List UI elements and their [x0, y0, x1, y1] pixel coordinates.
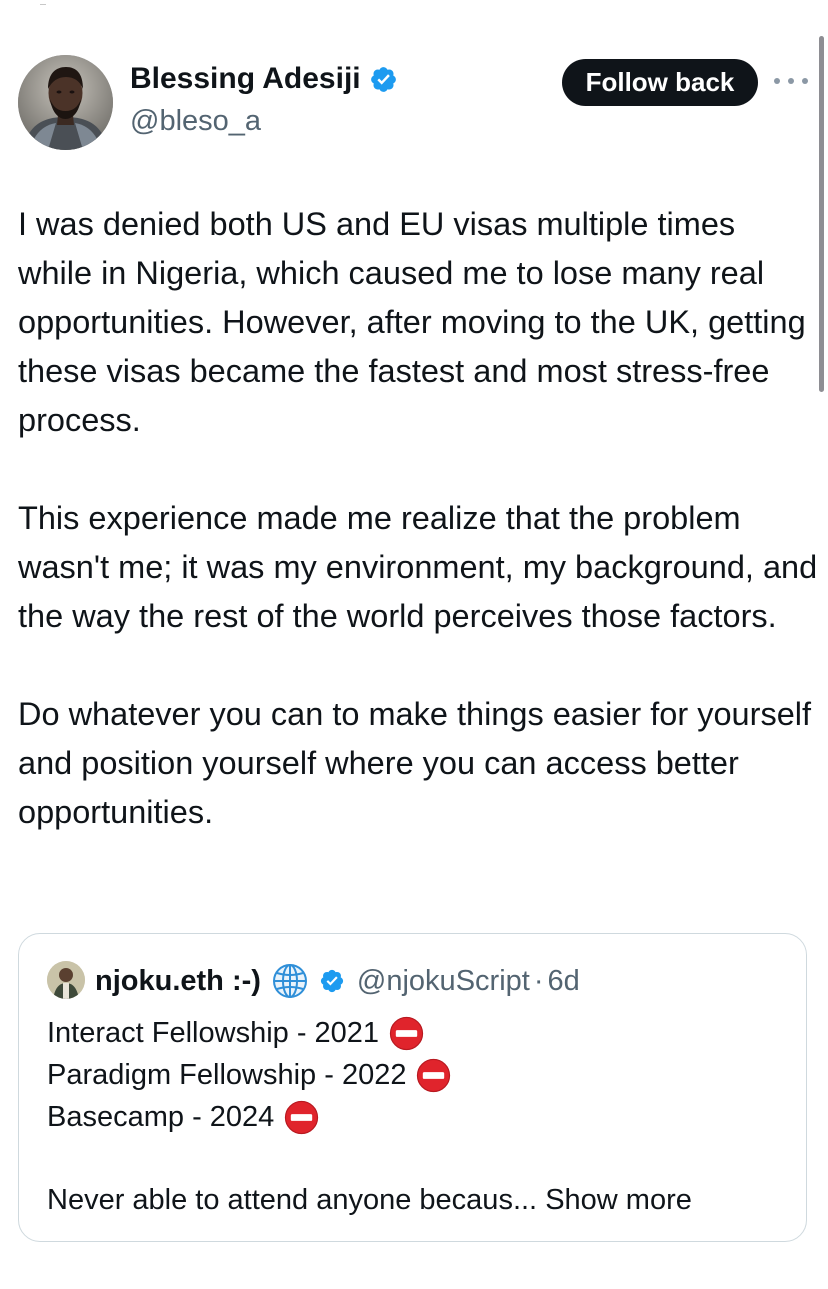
author-name[interactable]: Blessing Adesiji [130, 62, 361, 96]
scrollbar[interactable] [819, 36, 824, 392]
author-avatar[interactable] [18, 55, 113, 150]
quoted-post-lines: Interact Fellowship - 2021 Paradigm Fell… [47, 1012, 451, 1138]
quoted-post-time[interactable]: 6d [548, 965, 580, 998]
verified-badge-icon [320, 969, 344, 993]
quoted-author-handle[interactable]: @njokuScript [357, 965, 530, 998]
quoted-line-text: Interact Fellowship - 2021 [47, 1017, 380, 1049]
show-more-link[interactable]: Show more [545, 1184, 692, 1216]
follow-back-button[interactable]: Follow back [562, 59, 758, 106]
quoted-line: Basecamp - 2024 [47, 1096, 451, 1138]
post-text: I was denied both US and EU visas multip… [18, 200, 818, 837]
quoted-line-text: Paradigm Fellowship - 2022 [47, 1059, 407, 1091]
post-paragraph: This experience made me realize that the… [18, 500, 818, 634]
quoted-avatar-portrait [47, 961, 85, 999]
quoted-post-card[interactable]: njoku.eth :-) @njokuScript · 6d Interact… [18, 933, 807, 1242]
quoted-post-header: njoku.eth :-) @njokuScript · 6d [95, 962, 580, 1000]
author-handle[interactable]: @bleso_a [130, 105, 261, 138]
post-paragraph: Do whatever you can to make things easie… [18, 696, 812, 830]
no-entry-icon [389, 1016, 424, 1050]
no-entry-icon [417, 1058, 451, 1092]
quoted-line: Paradigm Fellowship - 2022 [47, 1054, 451, 1096]
globe-icon [272, 964, 307, 998]
quoted-author-avatar[interactable] [47, 961, 85, 999]
quoted-line-text: Basecamp - 2024 [47, 1101, 275, 1133]
quoted-post-snippet: Never able to attend anyone becaus... Sh… [47, 1179, 692, 1221]
separator-dot: · [533, 964, 544, 997]
avatar-portrait [18, 55, 113, 150]
top-edge-mark [40, 0, 46, 5]
quoted-snippet-text: Never able to attend anyone becaus... [47, 1184, 538, 1216]
verified-badge-icon [370, 66, 396, 92]
no-entry-icon [285, 1100, 319, 1134]
author-name-row[interactable]: Blessing Adesiji [130, 62, 398, 96]
quoted-line: Interact Fellowship - 2021 [47, 1012, 451, 1054]
more-horizontal-icon[interactable] [774, 72, 808, 90]
quoted-author-name[interactable]: njoku.eth :-) [95, 965, 261, 998]
post-paragraph: I was denied both US and EU visas multip… [18, 206, 806, 438]
